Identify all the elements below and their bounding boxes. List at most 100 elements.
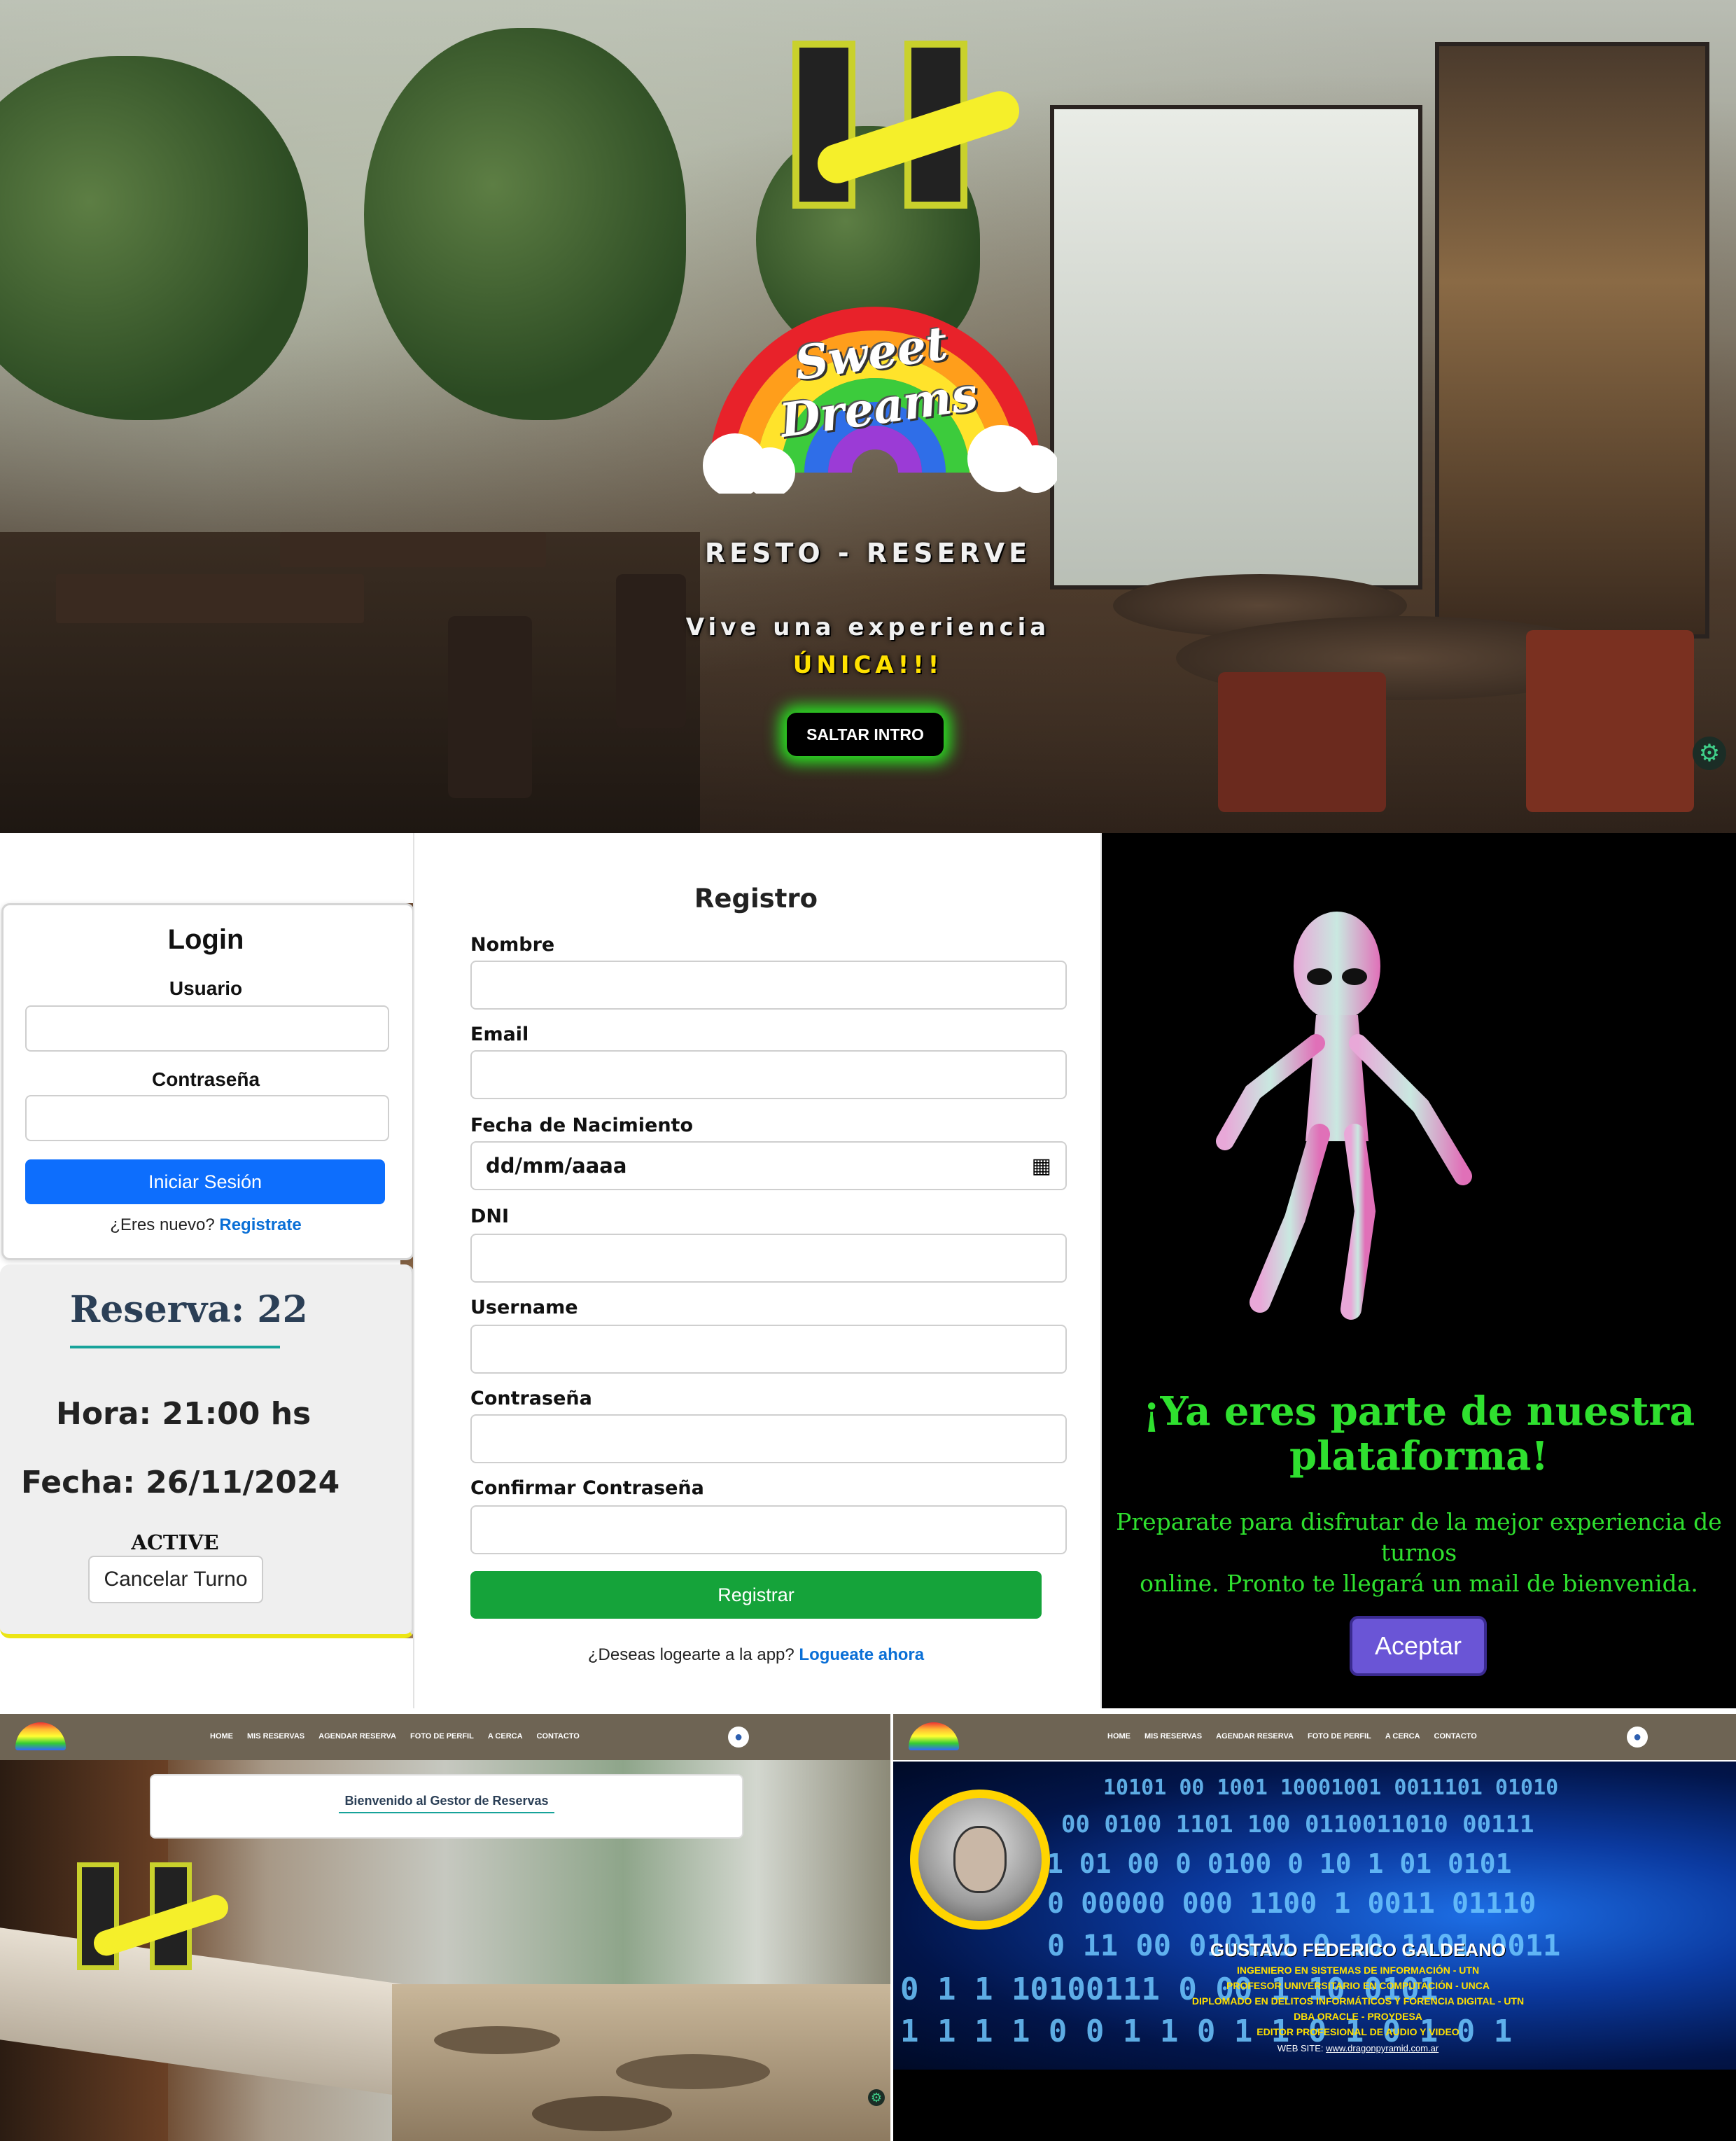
- profile-line-4: DBA ORACLE - PROYDESA: [1294, 2011, 1422, 2022]
- success-heading-line1: ¡Ya eres parte de nuestra: [1142, 1388, 1695, 1435]
- name-input[interactable]: [470, 961, 1067, 1010]
- background-chair: [448, 616, 532, 798]
- profile-line-5: EDITOR PROFESIONAL DE AUDIO Y VIDEO: [1256, 2026, 1460, 2037]
- background-chair: [1526, 630, 1694, 812]
- user-avatar-icon[interactable]: ●: [728, 1727, 749, 1748]
- reg-password-input[interactable]: [470, 1414, 1067, 1463]
- date-placeholder: dd/mm/aaaa: [486, 1154, 627, 1178]
- nav-mis-reservas[interactable]: MIS RESERVAS: [247, 1732, 304, 1741]
- login-button[interactable]: Iniciar Sesión: [25, 1159, 385, 1204]
- cancel-turn-button[interactable]: Cancelar Turno: [88, 1556, 263, 1603]
- dni-label: DNI: [470, 1206, 510, 1227]
- tagline-line1: Vive una experiencia: [685, 613, 1051, 641]
- nav-foto-perfil[interactable]: FOTO DE PERFIL: [410, 1732, 474, 1741]
- tagline-line2: ÚNICA!!!: [792, 651, 944, 679]
- reg-password-label: Contraseña: [470, 1388, 592, 1409]
- user-label: Usuario: [169, 977, 243, 999]
- welcome-underline: [339, 1812, 554, 1813]
- background-chair: [1218, 672, 1386, 812]
- nav-home[interactable]: HOME: [1107, 1732, 1130, 1741]
- intro-hero: Sweet Dreams RESTO - RESERVE Vive una ex…: [0, 0, 1736, 833]
- nav-contacto[interactable]: CONTACTO: [1434, 1732, 1477, 1741]
- nav-mis-reservas[interactable]: MIS RESERVAS: [1144, 1732, 1202, 1741]
- sweet-dreams-logo-small[interactable]: [15, 1722, 66, 1750]
- website-link[interactable]: www.dragonpyramid.com.ar: [1326, 2043, 1438, 2053]
- welcome-title: Bienvenido al Gestor de Reservas: [344, 1794, 549, 1808]
- nav-contacto[interactable]: CONTACTO: [537, 1732, 580, 1741]
- title-underline: [70, 1346, 280, 1348]
- login-prompt: ¿Deseas logearte a la app? Logueate ahor…: [413, 1645, 1099, 1665]
- login-link[interactable]: Logueate ahora: [799, 1645, 924, 1664]
- user-input[interactable]: [25, 1005, 389, 1052]
- status-badge: ACTIVE: [131, 1530, 219, 1554]
- user-avatar-icon[interactable]: ●: [1627, 1727, 1648, 1748]
- background-bar-shelves: [1435, 42, 1709, 639]
- confirm-password-input[interactable]: [470, 1505, 1067, 1554]
- about-footer: [893, 2070, 1736, 2141]
- background-plant: [364, 28, 686, 420]
- birthdate-label: Fecha de Nacimiento: [470, 1115, 694, 1136]
- reservation-date: Fecha: 26/11/2024: [21, 1465, 340, 1500]
- success-text-line2: online. Pronto te llegará un mail de bie…: [1140, 1570, 1698, 1597]
- dining-table: [532, 2096, 672, 2131]
- password-input[interactable]: [25, 1095, 389, 1141]
- register-title: Registro: [694, 884, 818, 914]
- confirm-password-label: Confirmar Contraseña: [470, 1477, 704, 1499]
- dni-input[interactable]: [470, 1234, 1067, 1283]
- email-label: Email: [470, 1024, 529, 1045]
- calendar-icon[interactable]: ▦: [1032, 1154, 1051, 1178]
- register-prompt: ¿Eres nuevo? Registrate: [1, 1215, 410, 1235]
- profile-line-3: DIPLOMADO EN DELITOS INFORMÁTICOS Y FORE…: [1191, 1995, 1525, 2007]
- profile-name: GUSTAVO FEDERICO GALDEANO: [1210, 1939, 1506, 1960]
- accept-button[interactable]: Aceptar: [1350, 1616, 1487, 1676]
- binary-row: 1 01 00 0 0100 0 10 1 01 0101: [1047, 1848, 1512, 1879]
- brand-text: RESTO - RESERVE: [704, 538, 1032, 569]
- nav-foto-perfil[interactable]: FOTO DE PERFIL: [1308, 1732, 1371, 1741]
- success-text-line1: Preparate para disfrutar de la mejor exp…: [1116, 1508, 1722, 1566]
- sweet-dreams-logo: Sweet Dreams: [693, 263, 1060, 498]
- binary-row: 00 0100 1101 100 0110011010 00111: [1061, 1811, 1534, 1839]
- binary-row: 0 00000 000 1100 1 0011 01110: [1047, 1888, 1536, 1920]
- name-label: Nombre: [470, 934, 555, 956]
- birthdate-input[interactable]: dd/mm/aaaa ▦: [470, 1141, 1067, 1190]
- login-title: Login: [167, 924, 244, 955]
- background-window: [1050, 105, 1422, 590]
- profile-line-1: INGENIERO EN SISTEMAS DE INFORMACIÓN - U…: [1236, 1965, 1480, 1976]
- login-prompt-text: ¿Deseas logearte a la app?: [587, 1645, 794, 1664]
- dining-table: [616, 2054, 770, 2089]
- profile-line-2: PROFESOR UNIVERSITARIO EN COMPUTACIÓN - …: [1226, 1980, 1490, 1991]
- success-heading: ¡Ya eres parte de nuestra plataforma!: [1102, 1389, 1736, 1479]
- navbar: HOME MIS RESERVAS AGENDAR RESERVA FOTO D…: [0, 1714, 890, 1760]
- success-heading-line2: plataforma!: [1289, 1433, 1548, 1479]
- nav-agendar-reserva[interactable]: AGENDAR RESERVA: [1216, 1732, 1294, 1741]
- reservation-title: Reserva: 22: [70, 1288, 308, 1331]
- background-table: [280, 532, 546, 567]
- gear-icon[interactable]: ⚙: [1693, 737, 1726, 770]
- nav-menu: HOME MIS RESERVAS AGENDAR RESERVA FOTO D…: [1107, 1732, 1477, 1741]
- person-silhouette-icon: [918, 1798, 1042, 1921]
- register-link[interactable]: Registrate: [219, 1215, 301, 1234]
- success-text: Preparate para disfrutar de la mejor exp…: [1102, 1507, 1736, 1599]
- background-table: [56, 574, 364, 623]
- password-label: Contraseña: [151, 1068, 260, 1090]
- sweet-dreams-logo-small[interactable]: [909, 1722, 959, 1750]
- h-logo-small: [77, 1862, 238, 1974]
- register-prompt-text: ¿Eres nuevo?: [110, 1215, 215, 1234]
- register-button[interactable]: Registrar: [470, 1571, 1042, 1619]
- dining-table: [434, 2026, 560, 2054]
- welcome-box: Bienvenido al Gestor de Reservas: [150, 1774, 743, 1839]
- navbar-about: HOME MIS RESERVAS AGENDAR RESERVA FOTO D…: [893, 1714, 1736, 1760]
- username-input[interactable]: [470, 1325, 1067, 1374]
- gear-icon[interactable]: ⚙: [868, 2089, 885, 2106]
- skip-intro-button[interactable]: SALTAR INTRO: [787, 713, 944, 756]
- nav-agendar-reserva[interactable]: AGENDAR RESERVA: [318, 1732, 396, 1741]
- nav-a-cerca[interactable]: A CERCA: [1385, 1732, 1420, 1741]
- alien-image: [1176, 910, 1498, 1330]
- profile-photo: [910, 1790, 1050, 1930]
- email-input[interactable]: [470, 1050, 1067, 1099]
- nav-home[interactable]: HOME: [210, 1732, 233, 1741]
- binary-row: 10101 00 1001 10001001 0011101 01010: [1103, 1776, 1559, 1800]
- h-logo: [792, 41, 1030, 216]
- nav-menu: HOME MIS RESERVAS AGENDAR RESERVA FOTO D…: [210, 1732, 580, 1741]
- nav-a-cerca[interactable]: A CERCA: [488, 1732, 523, 1741]
